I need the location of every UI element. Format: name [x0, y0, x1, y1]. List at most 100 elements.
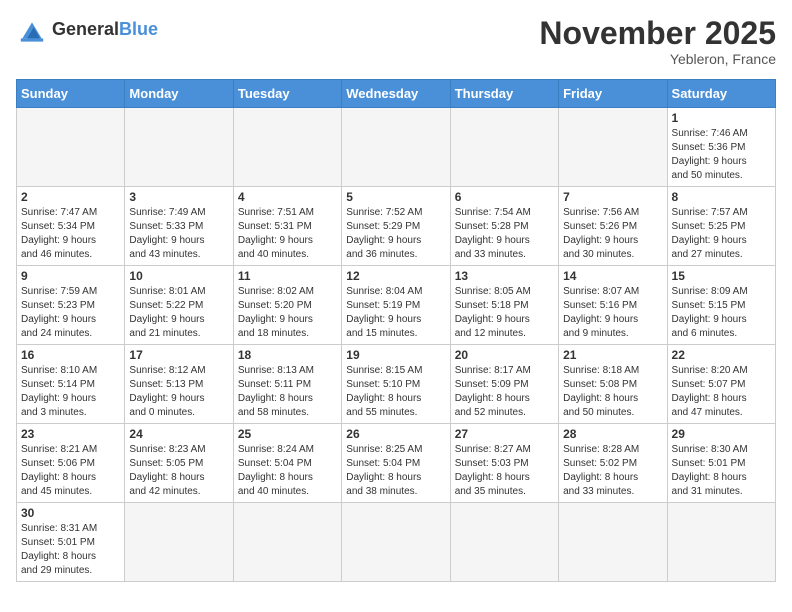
day-info: Sunrise: 7:46 AMSunset: 5:36 PMDaylight:… — [672, 127, 771, 183]
day-info: Sunrise: 7:54 AMSunset: 5:28 PMDaylight:… — [455, 206, 554, 262]
week-row-5: 30 Sunrise: 8:31 AMSunset: 5:01 PMDayligh… — [17, 503, 776, 582]
day-number: 25 — [238, 427, 337, 441]
calendar-cell — [559, 503, 667, 582]
day-info: Sunrise: 8:10 AMSunset: 5:14 PMDaylight:… — [21, 364, 120, 420]
day-info: Sunrise: 8:05 AMSunset: 5:18 PMDaylight:… — [455, 285, 554, 341]
calendar-cell — [559, 108, 667, 187]
week-row-4: 23Sunrise: 8:21 AMSunset: 5:06 PMDayligh… — [17, 424, 776, 503]
day-info: Sunrise: 8:13 AMSunset: 5:11 PMDaylight:… — [238, 364, 337, 420]
calendar-cell: 29Sunrise: 8:30 AMSunset: 5:01 PMDayligh… — [667, 424, 775, 503]
page-header: GeneralBlue November 2025 Yebleron, Fran… — [16, 16, 776, 67]
calendar-cell: 14 Sunrise: 8:07 AMSunset: 5:16 PMDayligh… — [559, 266, 667, 345]
day-info: Sunrise: 8:20 AMSunset: 5:07 PMDaylight:… — [672, 364, 771, 420]
calendar-cell: 4Sunrise: 7:51 AMSunset: 5:31 PMDaylight… — [233, 187, 341, 266]
day-info: Sunrise: 8:25 AMSunset: 5:04 PMDaylight:… — [346, 443, 445, 499]
day-info: Sunrise: 8:24 AMSunset: 5:04 PMDaylight:… — [238, 443, 337, 499]
calendar-cell: 13 Sunrise: 8:05 AMSunset: 5:18 PMDayligh… — [450, 266, 558, 345]
logo-text: GeneralBlue — [52, 20, 158, 40]
calendar-cell: 3Sunrise: 7:49 AMSunset: 5:33 PMDaylight… — [125, 187, 233, 266]
calendar-cell: 9Sunrise: 7:59 AMSunset: 5:23 PMDaylight… — [17, 266, 125, 345]
day-info: Sunrise: 8:12 AMSunset: 5:13 PMDaylight:… — [129, 364, 228, 420]
day-number: 10 — [129, 269, 228, 283]
day-info: Sunrise: 8:17 AMSunset: 5:09 PMDaylight:… — [455, 364, 554, 420]
day-number: 2 — [21, 190, 120, 204]
day-info: Sunrise: 8:23 AMSunset: 5:05 PMDaylight:… — [129, 443, 228, 499]
day-number: 19 — [346, 348, 445, 362]
week-row-1: 2 Sunrise: 7:47 AMSunset: 5:34 PMDaylight… — [17, 187, 776, 266]
day-number: 5 — [346, 190, 445, 204]
calendar-cell: 8 Sunrise: 7:57 AMSunset: 5:25 PMDaylight… — [667, 187, 775, 266]
calendar-cell: 21 Sunrise: 8:18 AMSunset: 5:08 PMDayligh… — [559, 345, 667, 424]
weekday-header-thursday: Thursday — [450, 80, 558, 108]
week-row-2: 9Sunrise: 7:59 AMSunset: 5:23 PMDaylight… — [17, 266, 776, 345]
day-info: Sunrise: 7:57 AMSunset: 5:25 PMDaylight:… — [672, 206, 771, 262]
calendar-cell: 1Sunrise: 7:46 AMSunset: 5:36 PMDaylight… — [667, 108, 775, 187]
day-number: 3 — [129, 190, 228, 204]
day-number: 30 — [21, 506, 120, 520]
calendar-cell — [233, 108, 341, 187]
day-number: 27 — [455, 427, 554, 441]
day-number: 15 — [672, 269, 771, 283]
calendar-cell: 16 Sunrise: 8:10 AMSunset: 5:14 PMDayligh… — [17, 345, 125, 424]
weekday-header-sunday: Sunday — [17, 80, 125, 108]
calendar-cell — [125, 108, 233, 187]
day-number: 17 — [129, 348, 228, 362]
day-info: Sunrise: 8:31 AMSunset: 5:01 PMDaylight:… — [21, 522, 120, 578]
calendar-cell: 30 Sunrise: 8:31 AMSunset: 5:01 PMDayligh… — [17, 503, 125, 582]
logo-blue-text: Blue — [119, 19, 158, 39]
calendar-cell: 5 Sunrise: 7:52 AMSunset: 5:29 PMDaylight… — [342, 187, 450, 266]
day-info: Sunrise: 8:28 AMSunset: 5:02 PMDaylight:… — [563, 443, 662, 499]
day-info: Sunrise: 7:51 AMSunset: 5:31 PMDaylight:… — [238, 206, 337, 262]
calendar-cell: 2 Sunrise: 7:47 AMSunset: 5:34 PMDaylight… — [17, 187, 125, 266]
day-number: 12 — [346, 269, 445, 283]
day-number: 14 — [563, 269, 662, 283]
location: Yebleron, France — [539, 51, 776, 67]
weekday-header-friday: Friday — [559, 80, 667, 108]
calendar-cell: 12 Sunrise: 8:04 AMSunset: 5:19 PMDayligh… — [342, 266, 450, 345]
weekday-header-row: SundayMondayTuesdayWednesdayThursdayFrid… — [17, 80, 776, 108]
calendar-cell: 15 Sunrise: 8:09 AMSunset: 5:15 PMDayligh… — [667, 266, 775, 345]
day-number: 29 — [672, 427, 771, 441]
calendar-cell — [125, 503, 233, 582]
calendar-cell: 10 Sunrise: 8:01 AMSunset: 5:22 PMDayligh… — [125, 266, 233, 345]
day-number: 24 — [129, 427, 228, 441]
day-number: 18 — [238, 348, 337, 362]
day-info: Sunrise: 7:47 AMSunset: 5:34 PMDaylight:… — [21, 206, 120, 262]
logo-general: GeneralBlue — [52, 19, 158, 39]
day-number: 8 — [672, 190, 771, 204]
day-number: 21 — [563, 348, 662, 362]
day-info: Sunrise: 8:09 AMSunset: 5:15 PMDaylight:… — [672, 285, 771, 341]
day-info: Sunrise: 7:56 AMSunset: 5:26 PMDaylight:… — [563, 206, 662, 262]
day-number: 9 — [21, 269, 120, 283]
day-number: 7 — [563, 190, 662, 204]
calendar-cell — [233, 503, 341, 582]
calendar-cell: 20 Sunrise: 8:17 AMSunset: 5:09 PMDayligh… — [450, 345, 558, 424]
calendar-cell: 19Sunrise: 8:15 AMSunset: 5:10 PMDayligh… — [342, 345, 450, 424]
day-number: 11 — [238, 269, 337, 283]
calendar-cell — [450, 503, 558, 582]
day-number: 13 — [455, 269, 554, 283]
day-info: Sunrise: 8:18 AMSunset: 5:08 PMDaylight:… — [563, 364, 662, 420]
day-number: 20 — [455, 348, 554, 362]
calendar-cell: 22Sunrise: 8:20 AMSunset: 5:07 PMDayligh… — [667, 345, 775, 424]
week-row-0: 1Sunrise: 7:46 AMSunset: 5:36 PMDaylight… — [17, 108, 776, 187]
day-number: 16 — [21, 348, 120, 362]
day-number: 26 — [346, 427, 445, 441]
calendar-table: SundayMondayTuesdayWednesdayThursdayFrid… — [16, 79, 776, 582]
calendar-cell — [342, 108, 450, 187]
day-info: Sunrise: 8:01 AMSunset: 5:22 PMDaylight:… — [129, 285, 228, 341]
weekday-header-tuesday: Tuesday — [233, 80, 341, 108]
calendar-cell: 24 Sunrise: 8:23 AMSunset: 5:05 PMDayligh… — [125, 424, 233, 503]
day-number: 23 — [21, 427, 120, 441]
calendar-cell: 26 Sunrise: 8:25 AMSunset: 5:04 PMDayligh… — [342, 424, 450, 503]
day-info: Sunrise: 8:27 AMSunset: 5:03 PMDaylight:… — [455, 443, 554, 499]
calendar-cell: 27 Sunrise: 8:27 AMSunset: 5:03 PMDayligh… — [450, 424, 558, 503]
weekday-header-wednesday: Wednesday — [342, 80, 450, 108]
day-info: Sunrise: 8:02 AMSunset: 5:20 PMDaylight:… — [238, 285, 337, 341]
calendar-cell — [667, 503, 775, 582]
logo: GeneralBlue — [16, 16, 158, 44]
day-info: Sunrise: 8:07 AMSunset: 5:16 PMDaylight:… — [563, 285, 662, 341]
logo-icon — [16, 16, 48, 44]
day-info: Sunrise: 7:52 AMSunset: 5:29 PMDaylight:… — [346, 206, 445, 262]
day-info: Sunrise: 8:04 AMSunset: 5:19 PMDaylight:… — [346, 285, 445, 341]
